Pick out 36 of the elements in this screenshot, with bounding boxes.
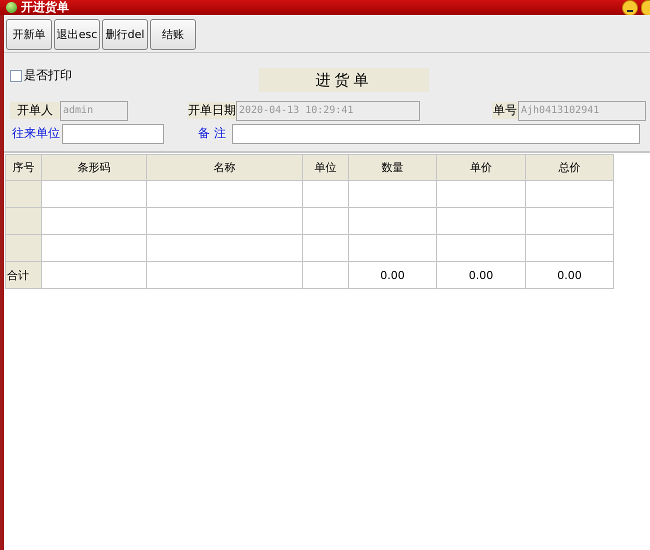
table-cell: [302, 180, 348, 208]
window-title: 开进货单: [21, 0, 69, 16]
field-label: 开单人: [10, 102, 60, 119]
table-cell: 0.00: [526, 262, 614, 288]
field-label: 单号: [492, 102, 518, 119]
column-header: 总价: [526, 154, 614, 180]
checkbox-icon[interactable]: [10, 70, 22, 82]
field-label: 开单日期: [188, 102, 236, 119]
app-icon: [6, 2, 17, 13]
toolbar-button[interactable]: 删行del: [102, 19, 148, 50]
table-cell: [302, 208, 348, 234]
column-header: 数量: [348, 154, 436, 180]
minimize-button[interactable]: [622, 0, 638, 16]
row-header: [6, 234, 42, 262]
column-header: 序号: [6, 154, 42, 180]
table-cell: 合计: [6, 262, 42, 288]
input-field[interactable]: [232, 124, 640, 144]
field-label: 备 注: [197, 125, 227, 142]
column-header: 单价: [436, 154, 526, 180]
toolbar-button[interactable]: 开新单: [6, 19, 52, 50]
input-field[interactable]: [62, 124, 164, 144]
column-header: 单位: [302, 154, 348, 180]
print-checkbox[interactable]: 是否打印: [10, 67, 259, 84]
field-label: 往来单位: [11, 125, 61, 142]
table-cell: 0.00: [348, 262, 436, 288]
form-title: 进货单: [259, 68, 429, 92]
row-header: [6, 208, 42, 234]
table-cell: 0.00: [436, 262, 526, 288]
maximize-button[interactable]: [641, 0, 650, 16]
toolbar-button[interactable]: 退出esc: [54, 19, 100, 50]
column-header: 名称: [146, 154, 302, 180]
table-cell: [302, 262, 348, 288]
column-header: 条形码: [42, 154, 146, 180]
table-cell: [302, 234, 348, 262]
toolbar-button[interactable]: 结账: [150, 19, 196, 50]
row-header: [6, 180, 42, 208]
